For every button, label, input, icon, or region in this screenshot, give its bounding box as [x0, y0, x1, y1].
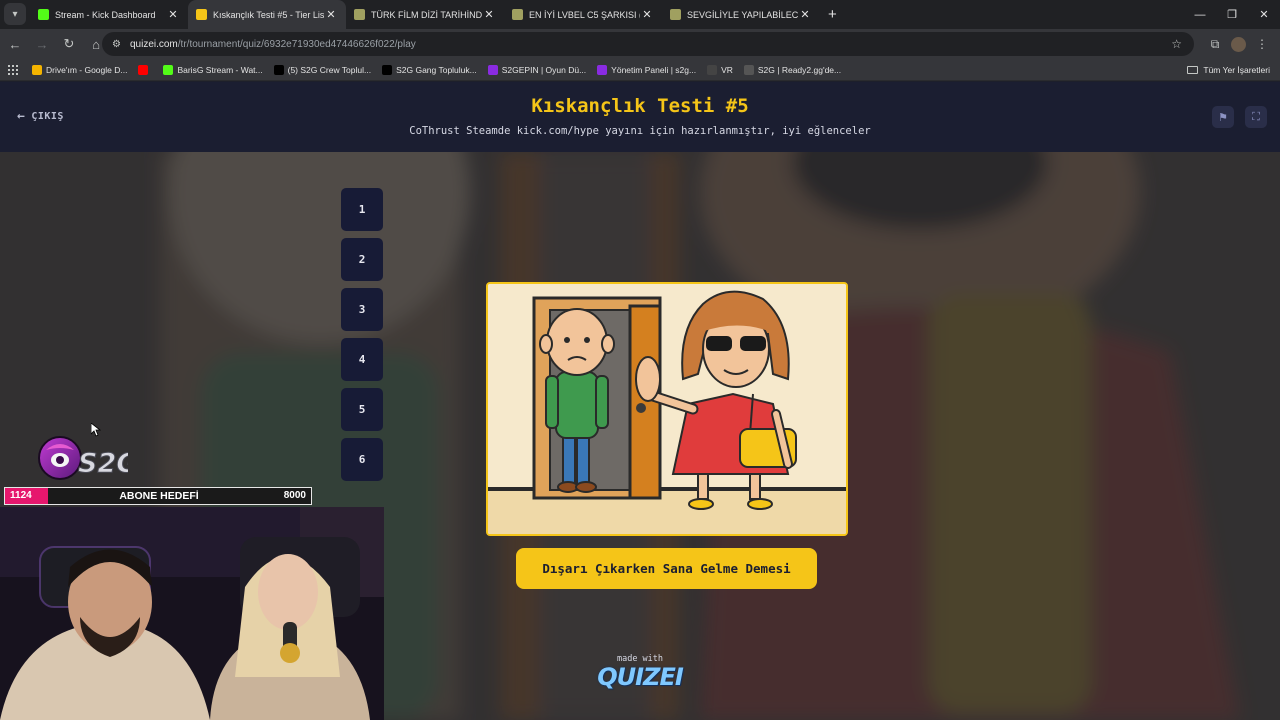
- bookmark-item[interactable]: S2G | Ready2.gg'de...: [743, 64, 842, 75]
- bookmark-label: S2G | Ready2.gg'de...: [757, 64, 842, 75]
- tab-close-icon[interactable]: ✕: [166, 8, 180, 21]
- s2g-logo: S2G: [38, 436, 128, 480]
- profile-avatar[interactable]: [1231, 36, 1246, 52]
- bookmark-item[interactable]: [138, 64, 152, 75]
- tab-favicon: [512, 9, 523, 20]
- subscriber-goal-bar: 1124 ABONE HEDEFİ 8000: [4, 487, 312, 505]
- bookmark-favicon: [273, 64, 284, 75]
- mouse-cursor: [91, 423, 101, 437]
- fullscreen-icon: ⛶: [1252, 110, 1260, 123]
- bookmark-item[interactable]: S2GEPIN | Oyun Dü...: [487, 64, 587, 75]
- webcam-feed: [0, 507, 384, 720]
- quizei-logo: QUIZEI: [597, 663, 684, 691]
- tab-favicon: [38, 9, 49, 20]
- back-icon[interactable]: ←: [3, 32, 27, 56]
- browser-tab-strip: ▾ Stream - Kick Dashboard ✕ Kıskançlık Tes…: [0, 0, 1280, 29]
- restore-icon[interactable]: ❐: [1216, 0, 1248, 29]
- tab-title: EN İYİ LVBEL C5 ŞARKISI (YENİ): [529, 9, 640, 20]
- round-button[interactable]: 6: [341, 438, 383, 481]
- tab-close-icon[interactable]: ✕: [798, 8, 812, 21]
- round-button[interactable]: 4: [341, 338, 383, 381]
- quiz-image-card[interactable]: [486, 282, 848, 536]
- tab-close-icon[interactable]: ✕: [640, 8, 654, 21]
- bookmarks-bar: Drive'ım - Google D... BarisG Stream - Wa…: [0, 59, 1280, 81]
- tab-title: Kıskançlık Testi #5 - Tier List, Kı: [213, 9, 324, 20]
- extensions-icon[interactable]: ⧉: [1203, 32, 1227, 56]
- url-path: /tr/tournament/quiz/6932e71930ed47446626…: [177, 38, 416, 50]
- folder-icon: [1187, 66, 1199, 74]
- bookmark-label: BarisG Stream - Wat...: [177, 64, 263, 75]
- round-button[interactable]: 5: [341, 388, 383, 431]
- tab-close-icon[interactable]: ✕: [324, 8, 338, 21]
- bookmark-label: VR: [721, 64, 733, 75]
- quiz-title: Kıskançlık Testi #5: [531, 95, 749, 117]
- close-window-icon[interactable]: ✕: [1248, 0, 1280, 29]
- report-flag-button[interactable]: ⚑: [1212, 106, 1234, 128]
- bookmark-favicon: [597, 64, 608, 75]
- forward-icon[interactable]: →: [30, 32, 54, 56]
- bookmark-label: S2GEPIN | Oyun Dü...: [501, 64, 587, 75]
- bookmark-label: Yönetim Paneli | s2g...: [611, 64, 697, 75]
- new-tab-button[interactable]: +: [828, 6, 837, 23]
- address-bar[interactable]: ⚙ quizei.com/tr/tournament/quiz/6932e719…: [102, 32, 1194, 56]
- site-info-icon[interactable]: ⚙: [112, 39, 121, 50]
- tab-title: SEVGİLİYLE YAPILABİLECEK AKT: [687, 9, 798, 20]
- browser-tab[interactable]: TÜRK FİLM DİZİ TARİHİNDEKİ E✕: [346, 0, 504, 29]
- apps-grid-icon[interactable]: [8, 64, 18, 75]
- webcam-image: [0, 507, 384, 720]
- tab-title: Stream - Kick Dashboard: [55, 9, 156, 20]
- fullscreen-button[interactable]: ⛶: [1245, 106, 1267, 128]
- subscriber-target: 8000: [283, 490, 306, 501]
- answer-option-button[interactable]: Dışarı Çıkarken Sana Gelme Demesi: [516, 548, 817, 589]
- bookmark-label: Drive'ım - Google D...: [46, 64, 128, 75]
- browser-tab[interactable]: SEVGİLİYLE YAPILABİLECEK AKT✕: [662, 0, 820, 29]
- minimize-icon[interactable]: —: [1184, 0, 1216, 29]
- bookmark-favicon: [487, 64, 498, 75]
- tab-title: TÜRK FİLM DİZİ TARİHİNDEKİ E: [371, 9, 482, 20]
- bookmark-item[interactable]: BarisG Stream - Wat...: [163, 64, 263, 75]
- tab-favicon: [670, 9, 681, 20]
- bookmark-favicon: [707, 64, 718, 75]
- bookmark-item[interactable]: VR: [707, 64, 733, 75]
- browser-tab[interactable]: Kıskançlık Testi #5 - Tier List, Kı✕: [188, 0, 346, 29]
- quiz-subtitle: CoThrust Steamde kick.com/hype yayını iç…: [409, 125, 871, 137]
- bookmark-item[interactable]: Yönetim Paneli | s2g...: [597, 64, 697, 75]
- tab-favicon: [196, 9, 207, 20]
- bookmark-item[interactable]: S2G Gang Topluluk...: [382, 64, 477, 75]
- browser-toolbar: ← → ↻ ⌂ ⚙ quizei.com/tr/tournament/quiz/…: [0, 29, 1280, 59]
- round-button[interactable]: 3: [341, 288, 383, 331]
- all-bookmarks-button[interactable]: Tüm Yer İşaretleri: [1187, 59, 1270, 81]
- subscriber-goal-label: ABONE HEDEFİ: [119, 490, 199, 502]
- bookmark-label: S2G Gang Topluluk...: [396, 64, 477, 75]
- tab-close-icon[interactable]: ✕: [482, 8, 496, 21]
- round-list: 1 2 3 4 5 6: [341, 188, 384, 488]
- all-bookmarks-label: Tüm Yer İşaretleri: [1203, 65, 1270, 75]
- bookmark-item[interactable]: (5) S2G Crew Toplul...: [273, 64, 372, 75]
- bookmark-favicon: [382, 64, 393, 75]
- bookmark-favicon: [743, 64, 754, 75]
- round-button[interactable]: 1: [341, 188, 383, 231]
- quiz-header: ← ÇIKIŞ Kıskançlık Testi #5 CoThrust Ste…: [0, 82, 1280, 152]
- bookmark-star-icon[interactable]: ☆: [1171, 37, 1182, 51]
- bookmark-favicon: [138, 64, 149, 75]
- reload-icon[interactable]: ↻: [57, 32, 81, 56]
- round-button[interactable]: 2: [341, 238, 383, 281]
- menu-kebab-icon[interactable]: ⋮: [1250, 32, 1274, 56]
- made-with-quizei[interactable]: made with QUIZEI: [590, 654, 690, 690]
- bookmark-item[interactable]: Drive'ım - Google D...: [32, 64, 128, 75]
- url-host: quizei.com: [129, 38, 178, 50]
- tab-search-button[interactable]: ▾: [4, 3, 26, 25]
- bookmark-favicon: [163, 64, 174, 75]
- jealousy-illustration: [488, 284, 846, 534]
- browser-tab[interactable]: EN İYİ LVBEL C5 ŞARKISI (YENİ)✕: [504, 0, 662, 29]
- browser-tab[interactable]: Stream - Kick Dashboard ✕: [30, 0, 188, 29]
- s2g-logo-text: S2G: [78, 448, 128, 479]
- tab-favicon: [354, 9, 365, 20]
- bookmark-favicon: [32, 64, 42, 75]
- flag-icon: ⚑: [1218, 111, 1228, 124]
- bookmark-label: (5) S2G Crew Toplul...: [287, 64, 372, 75]
